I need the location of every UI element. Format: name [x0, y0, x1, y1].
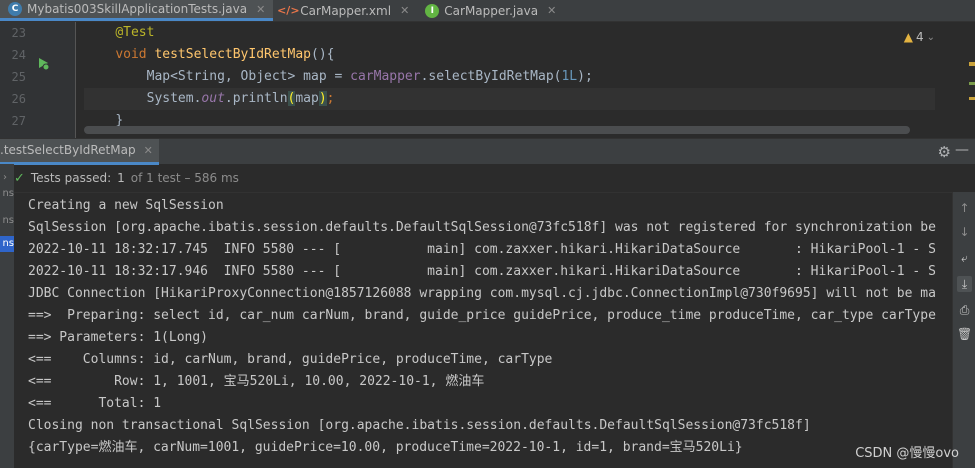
code-line-26: System.out.println(map); — [84, 88, 935, 110]
tests-passed-label: Tests passed: — [30, 171, 112, 185]
java-class-icon: C — [8, 2, 22, 16]
console-toolbar: ↑ ↓ ⤶ ⤓ ⎙ 🗑 — [952, 192, 975, 468]
horizontal-scrollbar[interactable] — [84, 126, 910, 134]
line-number: 27 — [11, 114, 26, 128]
code-editor[interactable]: 23 24 25 26 27 @Test void testSelectById… — [0, 22, 975, 138]
check-icon: ✓ — [14, 170, 25, 186]
close-icon[interactable]: ✕ — [256, 3, 265, 16]
close-icon[interactable]: ✕ — [547, 4, 556, 17]
chevron-down-icon: ⌄ — [926, 31, 935, 43]
editor-tab-bar: C Mybatis003SkillApplicationTests.java ✕… — [0, 0, 975, 22]
warnings-indicator[interactable]: ▲ 4 ⌄ — [904, 30, 935, 44]
console-line: {carType=燃油车, carNum=1001, guidePrice=10… — [28, 440, 743, 455]
minimize-icon[interactable]: — — [955, 142, 969, 158]
line-number: 26 — [11, 92, 26, 106]
console-line: Creating a new SqlSession — [28, 198, 224, 213]
up-arrow-icon[interactable]: ↑ — [957, 200, 972, 216]
console-line: 2022-10-11 18:32:17.946 INFO 5580 --- [ … — [28, 264, 936, 279]
tests-passed-count: 1 — [117, 171, 125, 185]
scroll-marker — [969, 62, 975, 66]
test-tree-pane[interactable]: › ns ns ns — [0, 164, 14, 468]
run-toolwindow-header: .testSelectByIdRetMap ✕ ⚙ — — [0, 138, 975, 165]
console-line: SqlSession [org.apache.ibatis.session.de… — [28, 220, 936, 235]
tab-label: Mybatis003SkillApplicationTests.java — [27, 2, 248, 16]
warning-icon: ▲ — [903, 30, 913, 44]
chevron-right-icon[interactable]: › — [3, 172, 7, 183]
editor-gutter: 23 24 25 26 27 — [0, 22, 76, 138]
soft-wrap-icon[interactable]: ⤶ — [957, 250, 972, 266]
console-line: <== Row: 1, 1001, 宝马520Li, 10.00, 2022-1… — [28, 374, 485, 389]
console-line: Closing non transactional SqlSession [or… — [28, 418, 811, 433]
run-test-icon[interactable] — [36, 56, 50, 70]
line-number: 24 — [11, 48, 26, 62]
interface-icon: I — [425, 3, 440, 18]
console-line: ==> Preparing: select id, car_num carNum… — [28, 308, 936, 323]
tab-mybatis003-skill-application-tests[interactable]: C Mybatis003SkillApplicationTests.java ✕ — [0, 0, 274, 21]
scroll-marker — [969, 82, 975, 85]
scroll-to-end-icon[interactable]: ⤓ — [957, 276, 972, 292]
console-line: 2022-10-11 18:32:17.745 INFO 5580 --- [ … — [28, 242, 936, 257]
console-line: JDBC Connection [HikariProxyConnection@1… — [28, 286, 936, 301]
xml-file-icon: </> — [277, 4, 300, 17]
watermark: CSDN @慢慢ovo — [855, 446, 959, 461]
tab-carmapper-xml[interactable]: </> CarMapper.xml ✕ — [273, 0, 417, 21]
clear-icon[interactable]: 🗑 — [957, 326, 972, 342]
console-line: <== Columns: id, carNum, brand, guidePri… — [28, 352, 553, 367]
tab-label: CarMapper.java — [444, 3, 539, 18]
test-node-selected[interactable]: ns — [0, 236, 14, 252]
test-node[interactable]: ns — [0, 215, 14, 226]
warning-count: 4 — [915, 30, 924, 44]
down-arrow-icon[interactable]: ↓ — [957, 224, 972, 240]
gear-icon[interactable]: ⚙ — [938, 143, 951, 161]
close-icon[interactable]: ✕ — [400, 4, 409, 17]
line-number: 23 — [11, 26, 26, 40]
console-output[interactable]: Creating a new SqlSession SqlSession [or… — [14, 192, 952, 468]
tab-label: CarMapper.xml — [300, 3, 392, 18]
console-line: <== Total: 1 — [28, 396, 162, 411]
run-tab-label: .testSelectByIdRetMap — [0, 143, 136, 157]
test-node[interactable]: ns — [0, 188, 14, 199]
scroll-marker — [969, 97, 975, 100]
code-line-25: Map<String, Object> map = carMapper.sele… — [146, 69, 593, 84]
test-status-line: ✓ Tests passed: 1 of 1 test – 586 ms — [14, 164, 975, 192]
line-number: 25 — [11, 70, 26, 84]
console-line: ==> Parameters: 1(Long) — [28, 330, 209, 345]
code-line-24: void testSelectByIdRetMap(){ — [115, 47, 335, 62]
tests-summary: of 1 test – 586 ms — [130, 171, 239, 185]
close-icon[interactable]: ✕ — [144, 144, 153, 157]
run-tab[interactable]: .testSelectByIdRetMap ✕ — [0, 138, 159, 165]
print-icon[interactable]: ⎙ — [957, 302, 972, 318]
code-line-23: @Test — [115, 25, 155, 40]
tab-carmapper-java[interactable]: I CarMapper.java ✕ — [417, 0, 564, 21]
code-area[interactable]: @Test void testSelectByIdRetMap(){ Map<S… — [84, 22, 935, 132]
